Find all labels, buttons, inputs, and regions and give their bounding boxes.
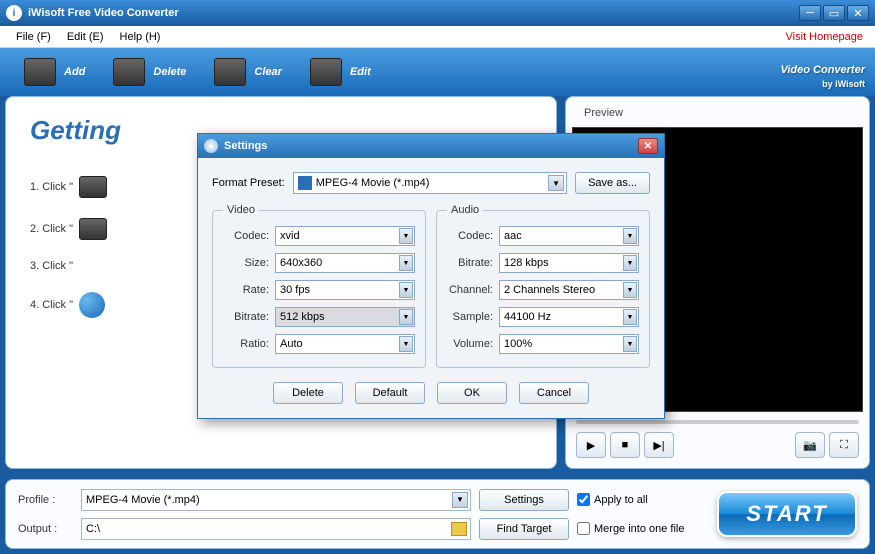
dialog-titlebar[interactable]: Settings ✕ <box>198 134 664 158</box>
file-icon <box>298 176 312 190</box>
dialog-delete-button[interactable]: Delete <box>273 382 343 404</box>
play-button[interactable]: ▶ <box>576 432 606 458</box>
step-start-icon <box>79 292 105 318</box>
chevron-down-icon: ▼ <box>452 492 468 508</box>
audio-volume-combo[interactable]: 100%▼ <box>499 334 639 354</box>
edit-button[interactable]: Edit <box>296 52 385 92</box>
video-size-combo[interactable]: 640x360▼ <box>275 253 415 273</box>
output-label: Output : <box>18 523 73 535</box>
menu-edit[interactable]: Edit (E) <box>59 29 112 45</box>
profile-combo[interactable]: MPEG-4 Movie (*.mp4)▼ <box>81 489 471 511</box>
step-add-icon <box>79 176 107 198</box>
settings-dialog: Settings ✕ Format Preset: MPEG-4 Movie (… <box>197 133 665 419</box>
clear-icon <box>214 58 246 86</box>
video-ratio-combo[interactable]: Auto▼ <box>275 334 415 354</box>
close-button[interactable]: ✕ <box>847 5 869 21</box>
gear-icon <box>204 139 218 153</box>
audio-sample-combo[interactable]: 44100 Hz▼ <box>499 307 639 327</box>
menubar: File (F) Edit (E) Help (H) Visit Homepag… <box>0 26 875 48</box>
audio-bitrate-combo[interactable]: 128 kbps▼ <box>499 253 639 273</box>
preview-tab[interactable]: Preview <box>572 103 863 123</box>
dialog-cancel-button[interactable]: Cancel <box>519 382 589 404</box>
brand-logo: Video Converterby iWisoft <box>780 56 865 89</box>
stop-button[interactable]: ■ <box>610 432 640 458</box>
save-as-button[interactable]: Save as... <box>575 172 650 194</box>
snapshot-button[interactable]: 📷 <box>795 432 825 458</box>
dialog-title: Settings <box>224 140 267 152</box>
delete-button[interactable]: Delete <box>99 52 200 92</box>
output-path-input[interactable]: C:\ <box>81 518 471 540</box>
find-target-button[interactable]: Find Target <box>479 518 569 540</box>
app-title: iWisoft Free Video Converter <box>28 7 799 19</box>
dialog-default-button[interactable]: Default <box>355 382 425 404</box>
titlebar: i iWisoft Free Video Converter ─ ▭ ✕ <box>0 0 875 26</box>
folder-icon <box>451 522 467 536</box>
toolbar: Add Delete Clear Edit Video Converterby … <box>0 48 875 96</box>
dialog-close-button[interactable]: ✕ <box>638 138 658 154</box>
video-rate-combo[interactable]: 30 fps▼ <box>275 280 415 300</box>
chevron-down-icon: ▼ <box>548 175 564 191</box>
add-icon <box>24 58 56 86</box>
profile-label: Profile : <box>18 494 73 506</box>
settings-button[interactable]: Settings <box>479 489 569 511</box>
minimize-button[interactable]: ─ <box>799 5 821 21</box>
delete-icon <box>113 58 145 86</box>
format-preset-label: Format Preset: <box>212 177 285 189</box>
dialog-ok-button[interactable]: OK <box>437 382 507 404</box>
fullscreen-button[interactable]: ⛶ <box>829 432 859 458</box>
merge-checkbox[interactable]: Merge into one file <box>577 522 697 535</box>
menu-file[interactable]: File (F) <box>8 29 59 45</box>
audio-channel-combo[interactable]: 2 Channels Stereo▼ <box>499 280 639 300</box>
audio-group: Audio Codec:aac▼ Bitrate:128 kbps▼ Chann… <box>436 204 650 368</box>
format-preset-combo[interactable]: MPEG-4 Movie (*.mp4) ▼ <box>293 172 567 194</box>
video-group: Video Codec:xvid▼ Size:640x360▼ Rate:30 … <box>212 204 426 368</box>
visit-homepage-link[interactable]: Visit Homepage <box>786 31 867 43</box>
next-button[interactable]: ▶| <box>644 432 674 458</box>
video-bitrate-combo[interactable]: 512 kbps▼ <box>275 307 415 327</box>
app-logo-icon: i <box>6 5 22 21</box>
audio-codec-combo[interactable]: aac▼ <box>499 226 639 246</box>
step-edit-icon <box>79 218 107 240</box>
clear-button[interactable]: Clear <box>200 52 296 92</box>
seek-slider[interactable] <box>576 420 859 424</box>
add-button[interactable]: Add <box>10 52 99 92</box>
bottom-bar: Profile : MPEG-4 Movie (*.mp4)▼ Settings… <box>5 479 870 549</box>
edit-icon <box>310 58 342 86</box>
apply-to-all-checkbox[interactable]: Apply to all <box>577 493 697 506</box>
start-button[interactable]: START <box>717 491 857 537</box>
menu-help[interactable]: Help (H) <box>112 29 169 45</box>
video-codec-combo[interactable]: xvid▼ <box>275 226 415 246</box>
maximize-button[interactable]: ▭ <box>823 5 845 21</box>
